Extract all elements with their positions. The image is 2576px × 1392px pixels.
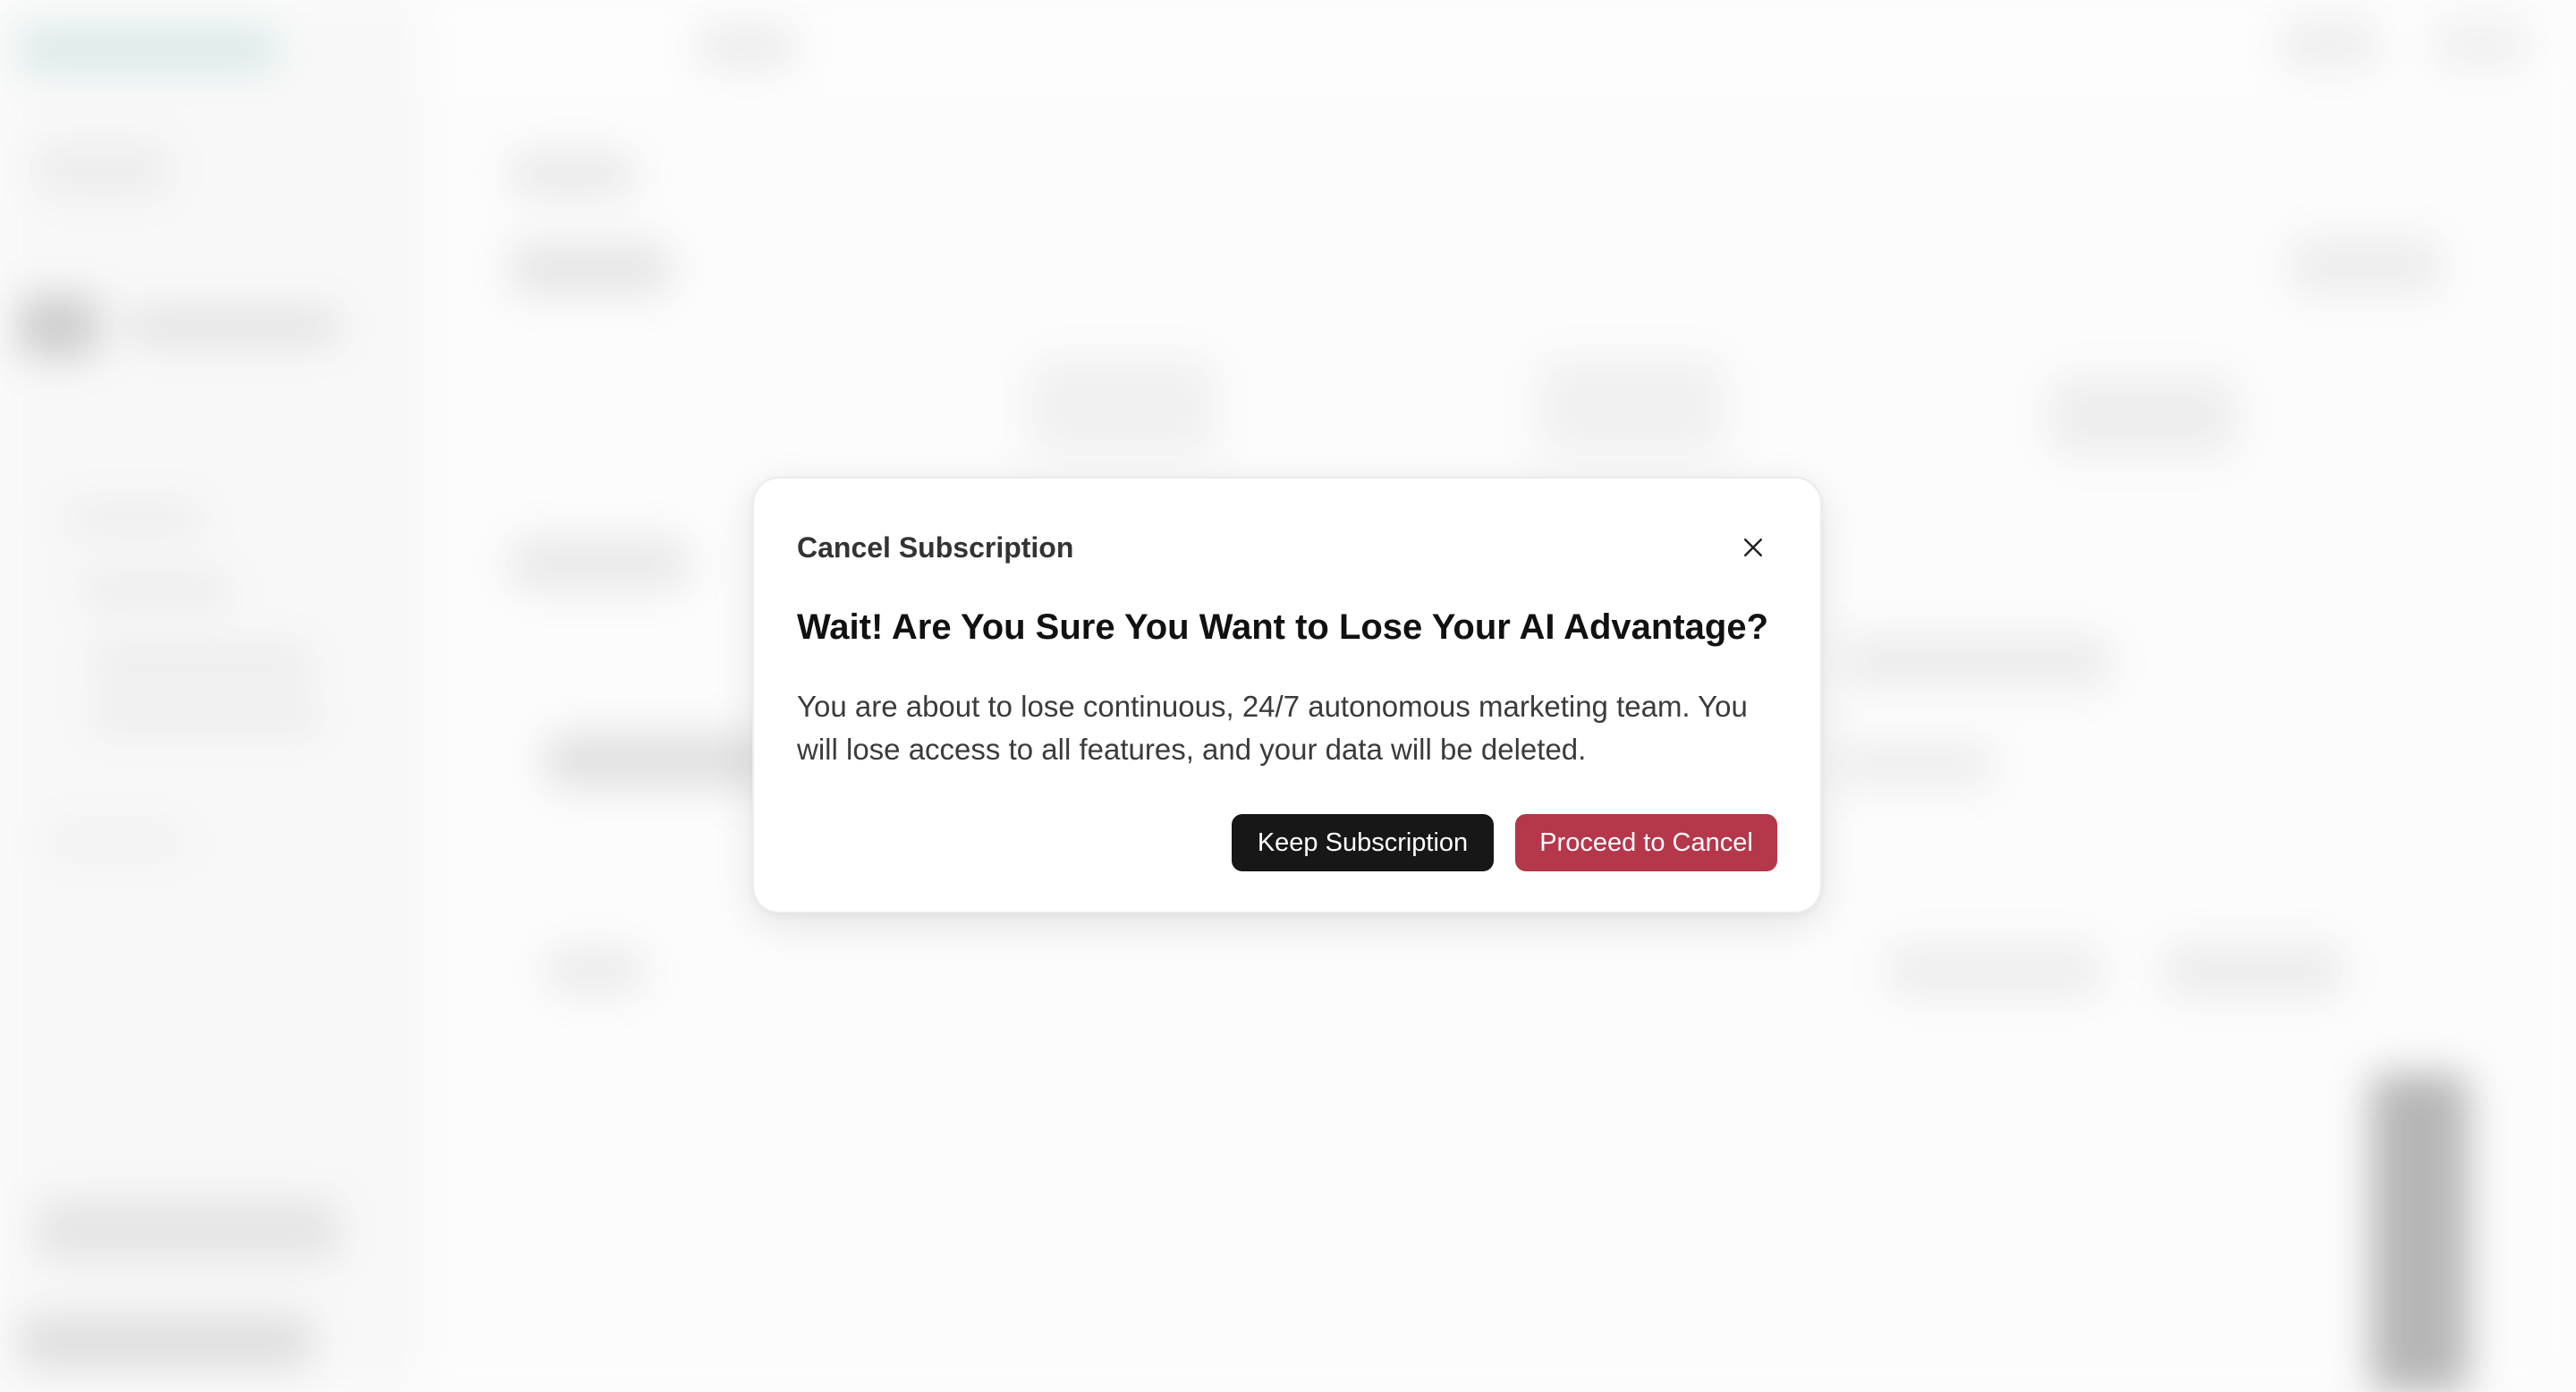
cancel-subscription-dialog: Cancel Subscription Wait! Are You Sure Y… xyxy=(752,477,1822,913)
dialog-actions: Keep Subscription Proceed to Cancel xyxy=(1232,814,1777,871)
close-button[interactable] xyxy=(1729,523,1777,572)
keep-subscription-button[interactable]: Keep Subscription xyxy=(1232,814,1494,871)
dialog-heading: Wait! Are You Sure You Want to Lose Your… xyxy=(797,607,1769,647)
dialog-header: Cancel Subscription xyxy=(797,523,1777,572)
close-icon xyxy=(1744,539,1762,556)
proceed-to-cancel-button[interactable]: Proceed to Cancel xyxy=(1515,814,1777,871)
dialog-body-text: You are about to lose continuous, 24/7 a… xyxy=(797,690,1748,766)
dialog-title: Cancel Subscription xyxy=(797,531,1074,564)
